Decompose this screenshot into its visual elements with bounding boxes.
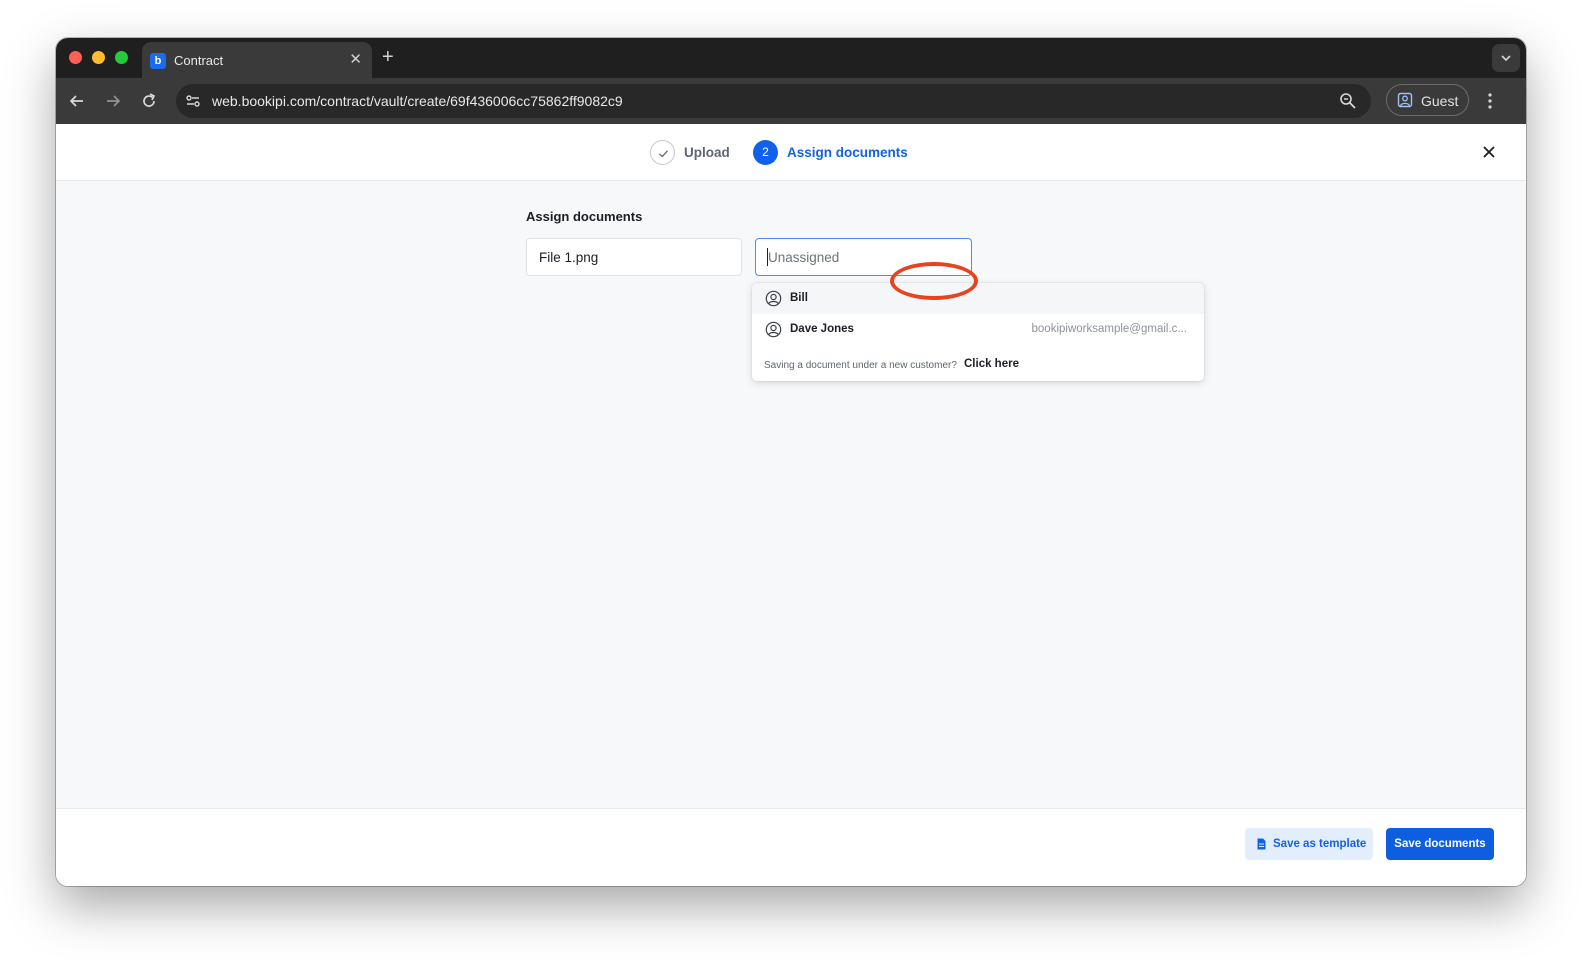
check-icon (659, 150, 668, 158)
step-upload-indicator[interactable] (650, 140, 675, 165)
dropdown-option-bill[interactable]: Bill (752, 283, 1204, 314)
option-email: bookipiworksample@gmail.c... (1031, 323, 1187, 335)
page-content: Upload 2 Assign documents Assign documen… (56, 124, 1526, 886)
assignee-input[interactable] (755, 238, 972, 276)
reload-icon[interactable] (140, 92, 158, 110)
guest-profile-icon (1397, 92, 1413, 108)
browser-toolbar: web.bookipi.com/contract/vault/create/69… (56, 78, 1526, 124)
minimize-window-button[interactable] (92, 51, 105, 64)
document-icon (1257, 838, 1266, 850)
back-arrow-icon[interactable] (68, 92, 86, 110)
maximize-window-button[interactable] (115, 51, 128, 64)
tab-title: Contract (174, 53, 224, 68)
url-text: web.bookipi.com/contract/vault/create/69… (212, 93, 623, 109)
forward-arrow-icon[interactable] (104, 92, 122, 110)
tab-search-button[interactable] (1492, 44, 1520, 72)
step-assign-label: Assign documents (787, 145, 908, 160)
chevron-down-icon (1501, 55, 1511, 62)
step-assign-indicator: 2 (753, 140, 778, 165)
user-circle-icon (765, 290, 782, 307)
click-here-link[interactable]: Click here (964, 358, 1019, 370)
text-caret (767, 248, 768, 266)
stepper-header: Upload 2 Assign documents (56, 124, 1526, 181)
close-window-button[interactable] (69, 51, 82, 64)
new-tab-button[interactable]: + (382, 47, 394, 67)
profile-button[interactable]: Guest (1386, 84, 1469, 116)
option-name: Bill (790, 292, 808, 304)
assignee-dropdown: Bill Dave Jones bookipiworksample@gmail.… (752, 283, 1204, 381)
page-footer: Save as template Save documents (56, 808, 1526, 886)
bookipi-favicon-icon: b (150, 53, 166, 69)
browser-window: b Contract ✕ + web.bookipi.com/contract/… (56, 38, 1526, 886)
save-as-template-button[interactable]: Save as template (1245, 828, 1373, 860)
section-title: Assign documents (526, 209, 643, 224)
dropdown-option-dave-jones[interactable]: Dave Jones bookipiworksample@gmail.c... (752, 314, 1204, 345)
option-name: Dave Jones (790, 323, 854, 335)
save-as-template-label: Save as template (1273, 838, 1367, 850)
tab-strip: b Contract ✕ + (56, 38, 1526, 78)
step-upload-label[interactable]: Upload (684, 145, 730, 160)
close-icon[interactable] (1482, 145, 1496, 159)
site-settings-icon[interactable] (184, 92, 202, 110)
profile-label: Guest (1421, 93, 1459, 109)
file-name: File 1.png (539, 250, 599, 265)
file-name-field: File 1.png (526, 238, 742, 276)
new-customer-prompt: Saving a document under a new customer? (764, 360, 957, 371)
zoom-icon[interactable] (1339, 92, 1357, 110)
user-circle-icon (765, 321, 782, 338)
browser-tab[interactable]: b Contract ✕ (142, 42, 372, 78)
tab-close-icon[interactable]: ✕ (349, 51, 362, 69)
save-documents-button[interactable]: Save documents (1386, 828, 1494, 860)
address-bar[interactable]: web.bookipi.com/contract/vault/create/69… (176, 84, 1371, 118)
more-menu-icon[interactable] (1484, 91, 1496, 111)
